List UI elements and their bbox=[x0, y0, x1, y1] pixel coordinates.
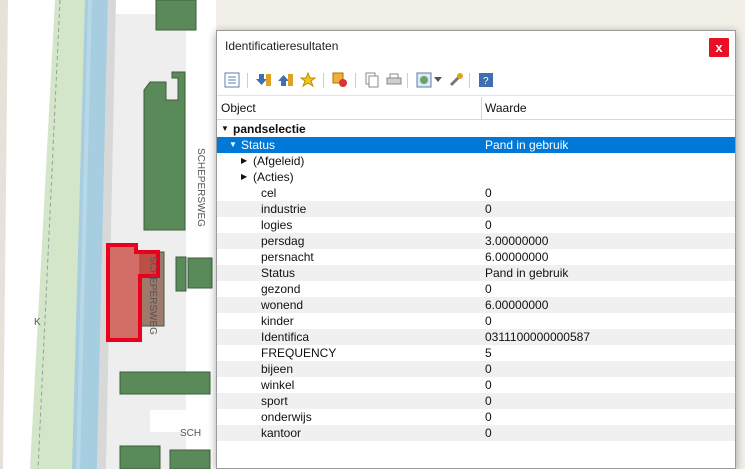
tree-row-group[interactable]: ▶ (Acties) bbox=[217, 169, 735, 185]
column-header-object[interactable]: Object bbox=[221, 101, 256, 115]
expand-new-icon[interactable] bbox=[277, 71, 295, 89]
expand-tree-icon[interactable] bbox=[223, 71, 241, 89]
svg-text:SCHEPERSWEG: SCHEPERSWEG bbox=[147, 256, 158, 335]
settings-icon[interactable] bbox=[447, 71, 465, 89]
attribute-name: onderwijs bbox=[261, 410, 312, 424]
attribute-value: 5 bbox=[485, 346, 492, 360]
layer-label: pandselectie bbox=[233, 122, 306, 136]
attribute-name: cel bbox=[261, 186, 277, 200]
attribute-name: sport bbox=[261, 394, 288, 408]
attribute-row[interactable]: persdag 3.00000000 bbox=[217, 233, 735, 249]
attribute-row[interactable]: gezond 0 bbox=[217, 281, 735, 297]
help-icon[interactable]: ? bbox=[477, 71, 495, 89]
close-button[interactable]: x bbox=[709, 38, 729, 57]
expanded-arrow-icon[interactable]: ▼ bbox=[229, 137, 237, 153]
column-header-value[interactable]: Waarde bbox=[485, 101, 527, 115]
attribute-row[interactable]: Identifica 0311100000000587 bbox=[217, 329, 735, 345]
attribute-value: 0 bbox=[485, 394, 492, 408]
expanded-arrow-icon[interactable]: ▼ bbox=[221, 121, 229, 137]
attribute-row[interactable]: industrie 0 bbox=[217, 201, 735, 217]
svg-text:K: K bbox=[34, 317, 41, 328]
dropdown-arrow-icon[interactable] bbox=[433, 71, 443, 89]
title-bar[interactable]: Identificatieresultaten x bbox=[217, 31, 735, 63]
collapsed-arrow-icon[interactable]: ▶ bbox=[241, 169, 247, 185]
attribute-name: wonend bbox=[261, 298, 304, 312]
group-label: (Acties) bbox=[253, 170, 294, 184]
attribute-name: kinder bbox=[261, 314, 294, 328]
attribute-value: 0 bbox=[485, 378, 492, 392]
tree-row-layer[interactable]: ▼ pandselectie bbox=[217, 121, 735, 137]
svg-text:SCHEPERSWEG: SCHEPERSWEG bbox=[195, 148, 206, 227]
attribute-row[interactable]: onderwijs 0 bbox=[217, 409, 735, 425]
attribute-value: 0 bbox=[485, 410, 492, 424]
attribute-value: 0 bbox=[485, 362, 492, 376]
attribute-value: 0 bbox=[485, 186, 492, 200]
close-icon: x bbox=[715, 40, 723, 55]
svg-text:?: ? bbox=[483, 76, 489, 87]
tree-row-group[interactable]: ▶ (Afgeleid) bbox=[217, 153, 735, 169]
attribute-row[interactable]: bijeen 0 bbox=[217, 361, 735, 377]
attribute-value: 0 bbox=[485, 314, 492, 328]
attribute-name: FREQUENCY bbox=[261, 346, 337, 360]
attribute-name: persdag bbox=[261, 234, 305, 248]
tree-header: Object Waarde bbox=[217, 97, 735, 120]
svg-text:SCH: SCH bbox=[180, 428, 201, 439]
attribute-value: 0 bbox=[485, 282, 492, 296]
attribute-value: Pand in gebruik bbox=[485, 266, 569, 280]
attribute-row[interactable]: kinder 0 bbox=[217, 313, 735, 329]
feature-value: Pand in gebruik bbox=[485, 138, 569, 152]
select-features-icon[interactable] bbox=[415, 71, 433, 89]
dialog-title: Identificatieresultaten bbox=[225, 39, 339, 53]
attribute-name: Status bbox=[261, 266, 296, 280]
attribute-value: 3.00000000 bbox=[485, 234, 549, 248]
attribute-row[interactable]: sport 0 bbox=[217, 393, 735, 409]
tree-row-selected-feature[interactable]: ▼ Status Pand in gebruik bbox=[217, 137, 735, 153]
feature-label: Status bbox=[241, 138, 276, 152]
attribute-row[interactable]: cel 0 bbox=[217, 185, 735, 201]
identify-results-dialog: Identificatieresultaten x ? Object Waard… bbox=[216, 30, 736, 469]
attribute-value: 6.00000000 bbox=[485, 298, 549, 312]
attribute-name: gezond bbox=[261, 282, 301, 296]
print-icon[interactable] bbox=[385, 71, 403, 89]
attribute-name: persnacht bbox=[261, 250, 314, 264]
attribute-row[interactable]: persnacht 6.00000000 bbox=[217, 249, 735, 265]
attribute-row[interactable]: FREQUENCY 5 bbox=[217, 345, 735, 361]
attribute-name: Identifica bbox=[261, 330, 310, 344]
expand-all-icon[interactable] bbox=[299, 71, 317, 89]
attribute-row[interactable]: winkel 0 bbox=[217, 377, 735, 393]
attribute-row[interactable]: Status Pand in gebruik bbox=[217, 265, 735, 281]
attribute-name: winkel bbox=[261, 378, 295, 392]
group-label: (Afgeleid) bbox=[253, 154, 305, 168]
collapse-tree-icon[interactable] bbox=[255, 71, 273, 89]
attribute-name: logies bbox=[261, 218, 293, 232]
results-tree[interactable]: Object Waarde ▼ pandselectie ▼ Status Pa… bbox=[217, 97, 735, 469]
attribute-row[interactable]: logies 0 bbox=[217, 217, 735, 233]
attribute-value: 0 bbox=[485, 426, 492, 440]
clear-results-icon[interactable] bbox=[331, 71, 349, 89]
attribute-value: 6.00000000 bbox=[485, 250, 549, 264]
attribute-name: industrie bbox=[261, 202, 307, 216]
attribute-row[interactable]: wonend 6.00000000 bbox=[217, 297, 735, 313]
attribute-row[interactable]: kantoor 0 bbox=[217, 425, 735, 441]
attribute-name: bijeen bbox=[261, 362, 294, 376]
collapsed-arrow-icon[interactable]: ▶ bbox=[241, 153, 247, 169]
attribute-name: kantoor bbox=[261, 426, 302, 440]
attribute-value: 0311100000000587 bbox=[485, 330, 590, 344]
copy-feature-icon[interactable] bbox=[363, 71, 381, 89]
attribute-value: 0 bbox=[485, 218, 492, 232]
toolbar: ? bbox=[217, 65, 735, 96]
attribute-value: 0 bbox=[485, 202, 492, 216]
